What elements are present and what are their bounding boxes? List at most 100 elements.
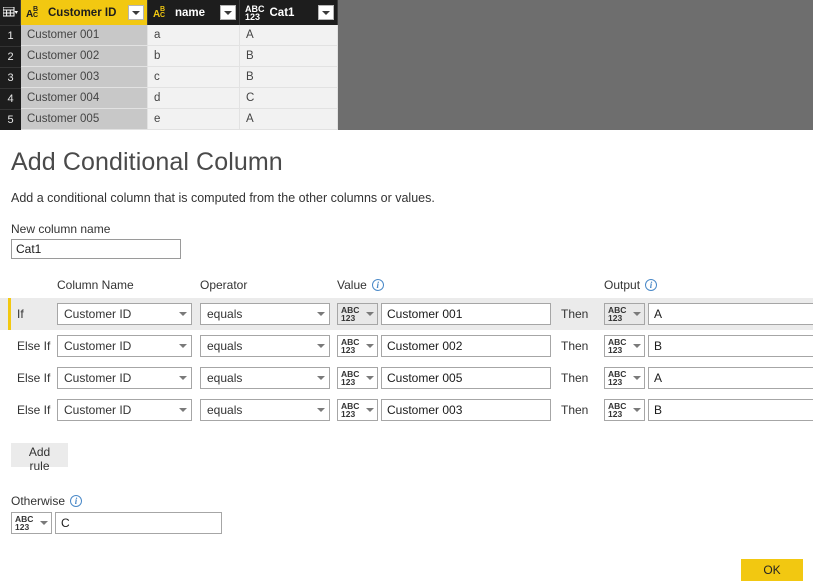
- rule-output-type-select-2[interactable]: ABC 123: [604, 335, 645, 357]
- any-type-icon: ABC 123: [608, 401, 627, 419]
- chevron-down-icon: [366, 344, 374, 348]
- otherwise-type-select[interactable]: ABC 123: [11, 512, 52, 534]
- rule-column-value: Customer ID: [64, 307, 132, 321]
- rule-column-select-4[interactable]: Customer ID: [57, 399, 192, 421]
- rule-keyword: Else If: [17, 371, 51, 385]
- table-row[interactable]: 5 Customer 005 e A: [0, 109, 338, 130]
- ok-button[interactable]: OK: [741, 559, 803, 581]
- otherwise-label: Otherwise i: [11, 494, 83, 508]
- select-all-columns-button[interactable]: [0, 0, 21, 25]
- preview-column-label: Customer ID: [48, 6, 117, 19]
- table-cell[interactable]: C: [240, 88, 338, 109]
- chevron-down-icon: [633, 312, 641, 316]
- info-icon[interactable]: i: [645, 279, 658, 291]
- table-cell[interactable]: Customer 004: [21, 88, 148, 109]
- table-cell[interactable]: e: [148, 109, 240, 130]
- rule-column-value: Customer ID: [64, 403, 132, 417]
- header-operator-label: Operator: [200, 278, 248, 292]
- row-number: 2: [0, 46, 21, 67]
- rule-output-input-4[interactable]: [648, 399, 813, 421]
- chevron-down-icon: [179, 344, 187, 348]
- row-number: 1: [0, 25, 21, 46]
- otherwise-value-input[interactable]: [55, 512, 222, 534]
- table-cell[interactable]: a: [148, 25, 240, 46]
- active-rule-accent-bar: [8, 298, 11, 330]
- rule-operator-select-4[interactable]: equals: [200, 399, 330, 421]
- rule-value-type-select-1[interactable]: ABC 123: [337, 303, 378, 325]
- rule-row-4[interactable]: Else If Customer ID equals ABC123 Then A…: [0, 394, 813, 426]
- header-output-label: Output: [604, 278, 641, 292]
- filter-dropdown-icon[interactable]: [318, 5, 334, 20]
- row-number: 3: [0, 67, 21, 88]
- rule-operator-select-2[interactable]: equals: [200, 335, 330, 357]
- rule-row-2[interactable]: Else If Customer ID equals ABC123 Then A…: [0, 330, 813, 362]
- preview-header-row: ABC Customer ID ABC name ABC 123 Cat1: [0, 0, 338, 25]
- new-column-name-input[interactable]: [11, 239, 181, 259]
- info-icon[interactable]: i: [70, 495, 83, 507]
- chevron-down-icon: [317, 312, 325, 316]
- table-cell[interactable]: B: [240, 67, 338, 88]
- rule-output-type-select-3[interactable]: ABC 123: [604, 367, 645, 389]
- rule-value-input-3[interactable]: [381, 367, 551, 389]
- any-type-icon: ABC 123: [245, 3, 265, 22]
- table-cell[interactable]: Customer 001: [21, 25, 148, 46]
- rule-output-input-1[interactable]: [648, 303, 813, 325]
- table-row[interactable]: 4 Customer 004 d C: [0, 88, 338, 109]
- rule-row-1[interactable]: If Customer ID equals ABC123 Then ABC123: [0, 298, 813, 330]
- chevron-down-icon: [366, 408, 374, 412]
- chevron-down-icon: [40, 521, 48, 525]
- rule-operator-value: equals: [207, 339, 243, 353]
- row-number: 4: [0, 88, 21, 109]
- filter-dropdown-icon[interactable]: [128, 5, 144, 20]
- rule-column-select-3[interactable]: Customer ID: [57, 367, 192, 389]
- rule-operator-select-1[interactable]: equals: [200, 303, 330, 325]
- rule-value-type-select-3[interactable]: ABC 123: [337, 367, 378, 389]
- table-row[interactable]: 3 Customer 003 c B: [0, 67, 338, 88]
- table-row[interactable]: 1 Customer 001 a A: [0, 25, 338, 46]
- chevron-down-icon: [366, 376, 374, 380]
- rule-output-type-select-4[interactable]: ABC 123: [604, 399, 645, 421]
- rule-column-select-2[interactable]: Customer ID: [57, 335, 192, 357]
- rule-keyword: If: [17, 307, 24, 321]
- table-cell[interactable]: A: [240, 109, 338, 130]
- header-column-name: Column Name: [57, 278, 134, 292]
- rule-operator-select-3[interactable]: equals: [200, 367, 330, 389]
- rule-value-input-2[interactable]: [381, 335, 551, 357]
- grid-table-icon: [2, 7, 18, 18]
- rules-header-row: Column Name Operator Value i Output i: [0, 278, 813, 298]
- header-output: Output i: [604, 278, 658, 292]
- table-cell[interactable]: Customer 002: [21, 46, 148, 67]
- table-cell[interactable]: c: [148, 67, 240, 88]
- chevron-down-icon: [317, 344, 325, 348]
- rule-output-type-select-1[interactable]: ABC 123: [604, 303, 645, 325]
- header-operator: Operator: [200, 278, 247, 292]
- rule-value-type-select-4[interactable]: ABC 123: [337, 399, 378, 421]
- rule-column-value: Customer ID: [64, 339, 132, 353]
- preview-column-header-name[interactable]: ABC name: [148, 0, 240, 25]
- preview-column-header-customer-id[interactable]: ABC Customer ID: [21, 0, 148, 25]
- chevron-down-icon: [317, 408, 325, 412]
- preview-column-header-cat1[interactable]: ABC 123 Cat1: [240, 0, 338, 25]
- rule-value-input-1[interactable]: [381, 303, 551, 325]
- text-type-icon: ABC: [26, 5, 39, 20]
- table-cell[interactable]: d: [148, 88, 240, 109]
- rule-value-type-select-2[interactable]: ABC 123: [337, 335, 378, 357]
- preview-table: ABC Customer ID ABC name ABC 123 Cat1 1 …: [0, 0, 338, 130]
- table-cell[interactable]: Customer 003: [21, 67, 148, 88]
- filter-dropdown-icon[interactable]: [220, 5, 236, 20]
- rule-output-input-3[interactable]: [648, 367, 813, 389]
- table-row[interactable]: 2 Customer 002 b B: [0, 46, 338, 67]
- table-cell[interactable]: Customer 005: [21, 109, 148, 130]
- table-cell[interactable]: b: [148, 46, 240, 67]
- any-type-icon: ABC 123: [608, 369, 627, 387]
- rule-column-select-1[interactable]: Customer ID: [57, 303, 192, 325]
- rule-row-3[interactable]: Else If Customer ID equals ABC123 Then A…: [0, 362, 813, 394]
- table-cell[interactable]: A: [240, 25, 338, 46]
- rule-value-input-4[interactable]: [381, 399, 551, 421]
- info-icon[interactable]: i: [371, 279, 384, 291]
- add-conditional-column-dialog: Add Conditional Column Add a conditional…: [0, 130, 813, 586]
- chevron-down-icon: [317, 376, 325, 380]
- rule-output-input-2[interactable]: [648, 335, 813, 357]
- add-rule-button[interactable]: Add rule: [11, 443, 68, 473]
- table-cell[interactable]: B: [240, 46, 338, 67]
